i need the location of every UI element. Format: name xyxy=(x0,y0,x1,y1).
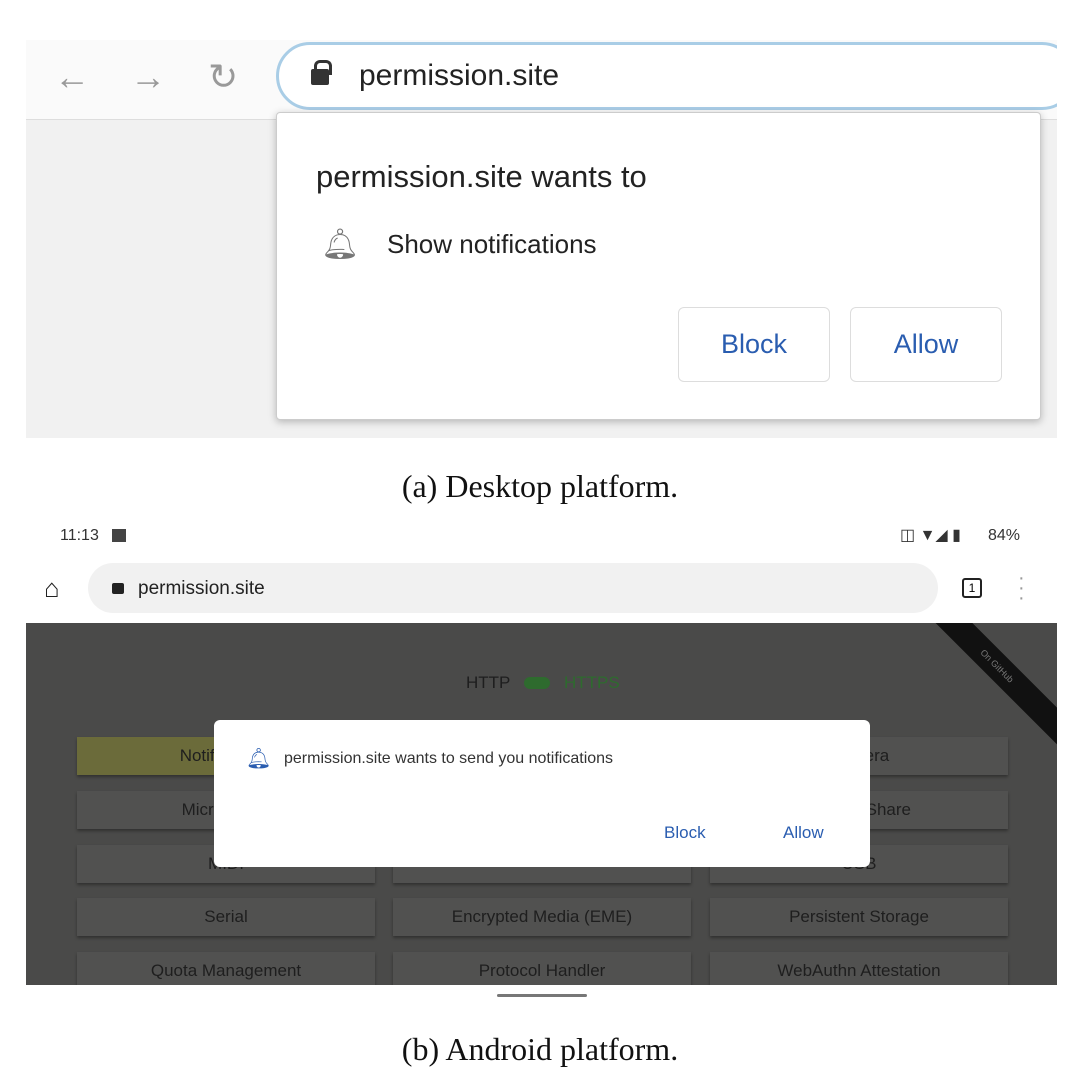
https-toggle[interactable] xyxy=(524,677,550,689)
caption-b: (b) Android platform. xyxy=(401,1031,679,1067)
allow-button[interactable]: Allow xyxy=(850,307,1002,382)
page-content-dimmed: On GitHub HTTP HTTPS NotificationsCamera… xyxy=(26,623,1057,985)
dialog-message: permission.site wants to send you notifi… xyxy=(284,750,614,767)
android-toolbar: ⌂ permission.site 1 · · · xyxy=(26,563,1057,615)
bell-icon: 🔔︎ xyxy=(246,748,272,770)
permission-button[interactable]: Serial xyxy=(77,898,375,936)
allow-button[interactable]: Allow xyxy=(783,823,824,843)
lock-icon xyxy=(112,583,124,594)
notification-dialog: 🔔︎ permission.site wants to send you not… xyxy=(214,720,870,867)
address-bar[interactable]: permission.site xyxy=(276,42,1057,110)
permission-button[interactable]: Quota Management xyxy=(77,952,375,985)
tab-switcher-button[interactable]: 1 xyxy=(962,578,982,598)
permission-label: Show notifications xyxy=(387,229,597,259)
url-text: permission.site xyxy=(138,578,265,599)
block-button[interactable]: Block xyxy=(664,823,706,843)
address-bar[interactable]: permission.site xyxy=(88,563,938,613)
menu-icon[interactable]: · · · xyxy=(1018,568,1025,608)
desktop-screenshot: ← → ↻ permission.site permission.site wa… xyxy=(26,40,1057,438)
forward-icon[interactable]: → xyxy=(130,56,166,98)
status-bar: 11:13 ◫ ▼◢ ▮ 84% xyxy=(0,525,1080,549)
toggle-label-https: HTTPS xyxy=(564,673,620,692)
permission-prompt: permission.site wants to 🔔︎ Show notific… xyxy=(276,112,1041,420)
caption-a: (a) Desktop platform. xyxy=(401,468,679,504)
battery-percent: 84% xyxy=(988,527,1021,544)
permission-button[interactable]: Protocol Handler xyxy=(393,952,691,985)
image-icon xyxy=(112,529,126,542)
reload-icon[interactable]: ↻ xyxy=(208,56,238,98)
prompt-title: permission.site wants to xyxy=(316,159,647,194)
permission-button[interactable]: WebAuthn Attestation xyxy=(710,952,1008,985)
bell-icon: 🔔︎ xyxy=(321,228,360,261)
lock-icon xyxy=(311,60,332,85)
gesture-handle[interactable] xyxy=(497,994,587,997)
status-time: 11:13 xyxy=(60,527,99,544)
url-text: permission.site xyxy=(359,59,560,92)
status-icons: ◫ ▼◢ ▮ xyxy=(900,527,961,544)
home-icon[interactable]: ⌂ xyxy=(44,573,60,604)
back-icon[interactable]: ← xyxy=(54,56,90,98)
block-button[interactable]: Block xyxy=(678,307,830,382)
permission-button[interactable]: Persistent Storage xyxy=(710,898,1008,936)
permission-button[interactable]: Encrypted Media (EME) xyxy=(393,898,691,936)
toggle-label-http: HTTP xyxy=(466,673,511,692)
